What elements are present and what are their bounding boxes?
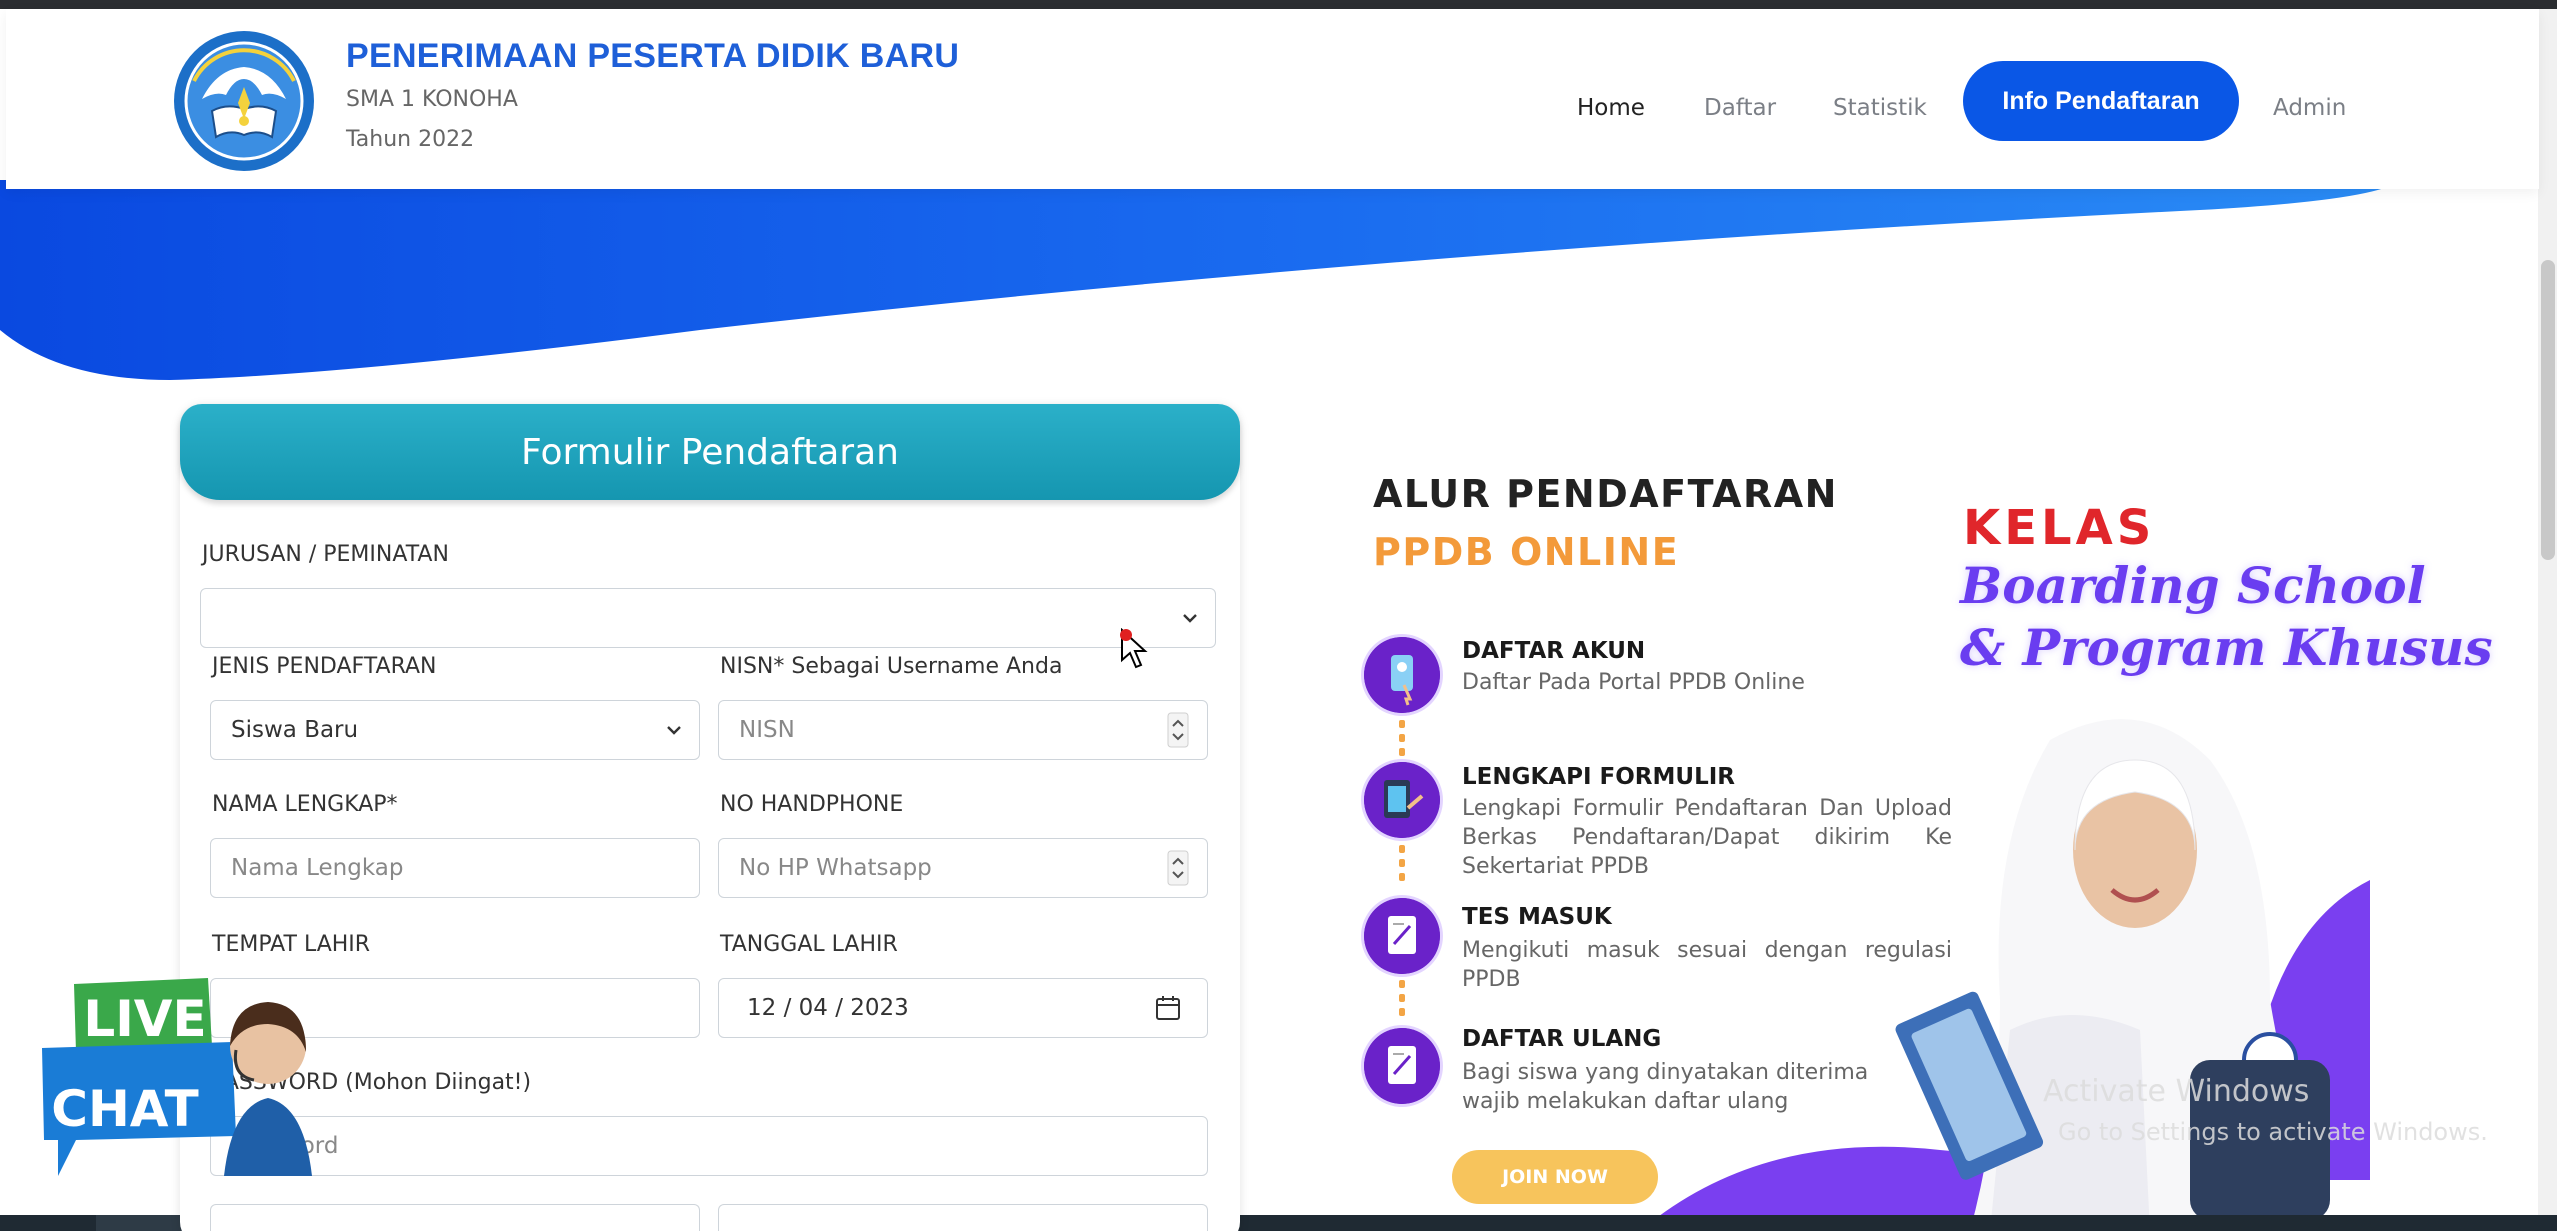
number-spinner-icon[interactable] [1167,850,1189,886]
tanggal-label: TANGGAL LAHIR [720,932,898,957]
boarding-school-text: Boarding School [1960,556,2426,615]
re-register-document-icon [1364,1028,1440,1104]
step-4-desc: Bagi siswa yang dinyatakan diterima waji… [1462,1060,1869,1114]
nav-daftar[interactable]: Daftar [1704,95,1776,121]
nama-input[interactable]: Nama Lengkap [210,838,700,898]
nav-admin[interactable]: Admin [2273,95,2346,121]
jenis-value: Siswa Baru [231,717,359,743]
nama-label: NAMA LENGKAP* [212,792,398,817]
next-field-left[interactable] [210,1204,700,1231]
join-now-button[interactable]: JOIN NOW [1452,1150,1658,1204]
jurusan-label: JURUSAN / PEMINATAN [202,542,449,567]
alur-title: ALUR PENDAFTARAN [1373,472,1838,516]
tut-wuri-handayani-logo [174,31,314,171]
registration-form-card: Formulir Pendaftaran JURUSAN / PEMINATAN… [180,404,1240,1231]
step-connector [1399,720,1405,762]
blue-wave-banner [0,180,2400,380]
tanggal-input[interactable]: 12 / 04 / 2023 [718,978,1208,1038]
tanggal-value: 12 / 04 / 2023 [747,995,909,1021]
nav-statistik[interactable]: Statistik [1833,95,1927,121]
step-1-title: DAFTAR AKUN [1462,638,1646,664]
live-chat-label-2: CHAT [51,1080,199,1138]
jurusan-select[interactable] [200,588,1216,648]
step-connector [1399,845,1405,887]
nisn-input[interactable]: NISN [718,700,1208,760]
nav-home[interactable]: Home [1577,95,1645,121]
info-pendaftaran-button[interactable]: Info Pendaftaran [1963,61,2239,141]
school-year: Tahun 2022 [346,127,475,152]
next-field-right[interactable] [718,1204,1208,1231]
phone-account-icon [1364,637,1440,713]
nama-placeholder: Nama Lengkap [231,855,404,881]
step-1-desc: Daftar Pada Portal PPDB Online [1462,670,1805,695]
program-khusus-text: & Program Khusus [1960,618,2493,677]
click-indicator [1120,629,1132,641]
nisn-placeholder: NISN [739,717,795,743]
step-4-title: DAFTAR ULANG [1462,1026,1662,1052]
activate-windows-subtitle: Go to Settings to activate Windows. [2058,1118,2488,1146]
school-name: SMA 1 KONOHA [346,87,518,112]
number-spinner-icon[interactable] [1167,712,1189,748]
chevron-down-icon [667,726,681,735]
window-top-strip [0,0,2557,9]
tempat-label: TEMPAT LAHIR [212,932,371,957]
calendar-icon[interactable] [1155,995,1181,1021]
site-title: PENERIMAAN PESERTA DIDIK BARU [346,37,960,75]
activate-windows-title: Activate Windows [2043,1074,2310,1109]
form-tablet-icon [1364,762,1440,838]
jenis-select[interactable]: Siswa Baru [210,700,700,760]
jenis-label: JENIS PENDAFTARAN [212,654,437,679]
browser-page: PENERIMAAN PESERTA DIDIK BARU SMA 1 KONO… [0,0,2557,1231]
password-input[interactable]: Password [210,1116,1208,1176]
site-header: PENERIMAAN PESERTA DIDIK BARU SMA 1 KONO… [6,9,2539,189]
hp-input[interactable]: No HP Whatsapp [718,838,1208,898]
form-title: Formulir Pendaftaran [180,404,1240,500]
step-connector [1399,980,1405,1022]
live-chat-label-1: LIVE [83,990,207,1048]
nisn-label: NISN* Sebagai Username Anda [720,654,1063,679]
kelas-heading: KELAS [1963,500,2156,556]
hp-placeholder: No HP Whatsapp [739,855,932,881]
chevron-down-icon [1183,614,1197,623]
student-illustration [1895,719,2330,1231]
step-2-title: LENGKAPI FORMULIR [1462,764,1736,790]
test-document-icon [1364,898,1440,974]
step-3-title: TES MASUK [1462,904,1612,930]
ppdb-online-title: PPDB ONLINE [1373,530,1680,574]
hp-label: NO HANDPHONE [720,792,904,817]
